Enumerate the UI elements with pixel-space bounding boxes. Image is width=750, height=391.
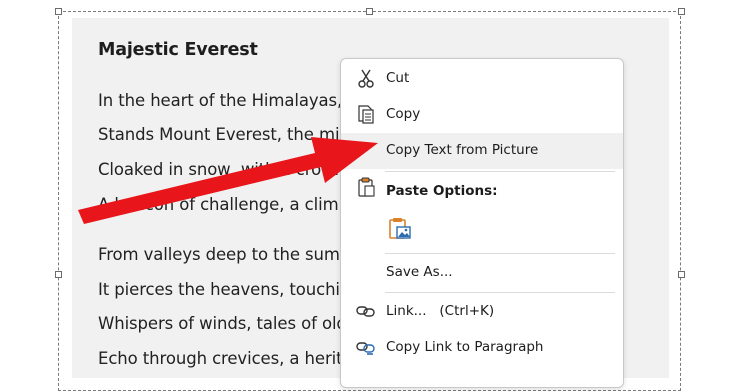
copy-link-to-paragraph-menu-item[interactable]: Copy Link to Paragraph: [341, 330, 623, 366]
save-as-menu-item[interactable]: Save As...: [341, 255, 623, 291]
cut-label: Cut: [386, 70, 410, 86]
link-icon: [355, 300, 377, 322]
context-menu: Cut Copy Copy Text from Picture Paste Op…: [340, 58, 624, 388]
resize-handle-middle-left[interactable]: [55, 271, 62, 278]
poem-line: From valleys deep to the summit: [98, 245, 367, 264]
save-as-label: Save As...: [386, 264, 453, 280]
paste-picture-option[interactable]: [387, 216, 413, 242]
resize-handle-top-left[interactable]: [55, 8, 62, 15]
menu-separator: [385, 292, 615, 293]
poem-line: Stands Mount Everest, the mighty: [98, 125, 377, 144]
copy-text-from-picture-menu-item[interactable]: Copy Text from Picture: [341, 133, 623, 169]
clipboard-icon: [355, 176, 377, 198]
link-menu-item[interactable]: Link... (Ctrl+K): [341, 294, 623, 330]
link-text: Link...: [386, 303, 427, 319]
document-title: Majestic Everest: [98, 40, 258, 60]
copy-menu-item[interactable]: Copy: [341, 97, 623, 133]
poem-line: It pierces the heavens, touching: [98, 280, 361, 299]
copy-label: Copy: [386, 106, 421, 122]
menu-separator: [385, 253, 615, 254]
paste-picture-icon: [387, 218, 413, 246]
copy-link-to-paragraph-label: Copy Link to Paragraph: [386, 339, 544, 355]
paste-options-heading: Paste Options:: [386, 183, 498, 199]
link-label: Link... (Ctrl+K): [386, 303, 494, 319]
cut-menu-item[interactable]: Cut: [341, 61, 623, 97]
poem-line: Whispers of winds, tales of old: [98, 314, 347, 333]
paragraph-link-icon: [355, 336, 377, 358]
poem-line: Echo through crevices, a heritage: [98, 349, 373, 368]
poem-line: A beacon of challenge, a climb: [98, 195, 349, 214]
resize-handle-top-center[interactable]: [366, 8, 373, 15]
copy-text-from-picture-label: Copy Text from Picture: [386, 142, 539, 158]
link-shortcut: (Ctrl+K): [439, 303, 495, 319]
resize-handle-top-right[interactable]: [678, 8, 685, 15]
resize-handle-middle-right[interactable]: [678, 271, 685, 278]
scissors-icon: [355, 67, 377, 89]
copy-icon: [355, 103, 377, 125]
menu-separator: [385, 171, 615, 172]
poem-line: Cloaked in snow, with a crown: [98, 160, 345, 179]
